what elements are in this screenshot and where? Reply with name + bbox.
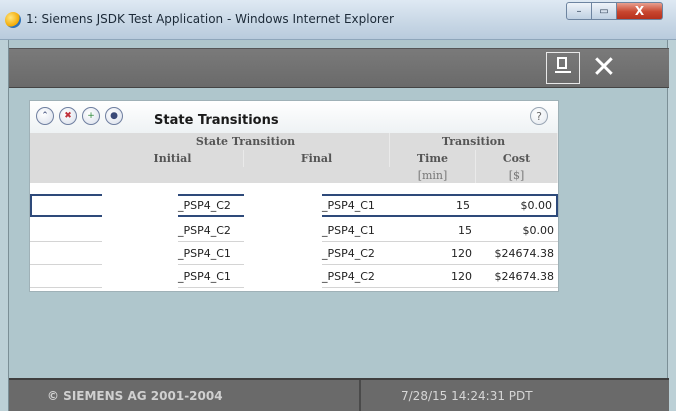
status-timestamp: 7/28/15 14:24:31 PDT xyxy=(401,388,533,403)
redacted-block xyxy=(244,217,322,242)
maximize-button[interactable]: ▭ xyxy=(592,2,617,20)
internet-explorer-icon xyxy=(5,12,21,28)
help-icon[interactable]: ? xyxy=(530,107,548,125)
cell-cost: $24674.38 xyxy=(494,269,555,283)
export-icon xyxy=(553,56,573,80)
redacted-block xyxy=(102,263,178,288)
add-icon[interactable]: + xyxy=(82,107,100,125)
cell-initial: _PSP4_C2 xyxy=(178,223,231,237)
application-area: ✕ ⌃ ✖ + ● State Transitions ? State Tran… xyxy=(8,40,669,411)
window-controls: – ▭ X xyxy=(566,2,663,20)
cell-time: 120 xyxy=(451,246,472,260)
cell-initial: _PSP4_C1 xyxy=(178,269,231,283)
window-close-button[interactable]: X xyxy=(617,2,663,20)
export-button[interactable] xyxy=(546,52,580,84)
cell-time: 15 xyxy=(456,199,470,212)
redacted-block xyxy=(102,217,178,242)
cell-final: _PSP4_C1 xyxy=(322,199,375,212)
window-title-bar: 1: Siemens JSDK Test Application - Windo… xyxy=(0,0,676,40)
cell-cost: $0.00 xyxy=(520,199,553,212)
cell-final: _PSP4_C2 xyxy=(322,246,375,260)
header-transition: Transition xyxy=(390,133,558,150)
app-close-button[interactable]: ✕ xyxy=(587,52,621,84)
header-state-transition: State Transition xyxy=(102,133,390,150)
header-time[interactable]: Time xyxy=(390,150,476,167)
collapse-icon[interactable]: ⌃ xyxy=(36,107,54,125)
cell-final: _PSP4_C1 xyxy=(322,223,375,237)
table-units-row: [min] [$] xyxy=(30,167,558,183)
header-final[interactable]: Final xyxy=(244,150,390,167)
cell-cost: $0.00 xyxy=(522,223,555,237)
app-toolbar: ✕ xyxy=(9,48,669,88)
table-column-header-row: Initial Final Time Cost xyxy=(30,150,558,167)
delete-icon[interactable]: ✖ xyxy=(59,107,77,125)
cell-time: 15 xyxy=(458,223,472,237)
state-transitions-panel: ⌃ ✖ + ● State Transitions ? State Transi… xyxy=(29,100,559,292)
user-icon[interactable]: ● xyxy=(105,107,123,125)
table-row[interactable]: _PSP4_C2 _PSP4_C1 15 $0.00 xyxy=(30,194,558,219)
cell-time: 120 xyxy=(451,269,472,283)
redacted-block xyxy=(244,194,322,219)
panel-title: State Transitions xyxy=(154,113,279,128)
table-row[interactable]: _PSP4_C1 _PSP4_C2 120 $24674.38 xyxy=(30,263,558,288)
window-title: 1: Siemens JSDK Test Application - Windo… xyxy=(26,12,394,26)
table-row[interactable]: _PSP4_C1 _PSP4_C2 120 $24674.38 xyxy=(30,240,558,265)
minimize-button[interactable]: – xyxy=(566,2,592,20)
redacted-block xyxy=(244,240,322,265)
unit-cost: [$] xyxy=(476,167,558,183)
cell-initial: _PSP4_C1 xyxy=(178,246,231,260)
header-initial[interactable]: Initial xyxy=(102,150,244,167)
cell-final: _PSP4_C2 xyxy=(322,269,375,283)
redacted-block xyxy=(244,263,322,288)
copyright-text: © SIEMENS AG 2001-2004 xyxy=(9,380,361,411)
cell-initial: _PSP4_C2 xyxy=(178,199,231,212)
panel-header: ⌃ ✖ + ● State Transitions ? xyxy=(30,101,558,133)
redacted-block xyxy=(102,240,178,265)
status-bar: © SIEMENS AG 2001-2004 7/28/15 14:24:31 … xyxy=(9,378,669,411)
cell-cost: $24674.38 xyxy=(494,246,555,260)
redacted-block xyxy=(102,194,178,219)
table-row[interactable]: _PSP4_C2 _PSP4_C1 15 $0.00 xyxy=(30,217,558,242)
header-cost[interactable]: Cost xyxy=(476,150,558,167)
unit-time: [min] xyxy=(390,167,476,183)
table-group-header-row: State Transition Transition xyxy=(30,133,558,150)
